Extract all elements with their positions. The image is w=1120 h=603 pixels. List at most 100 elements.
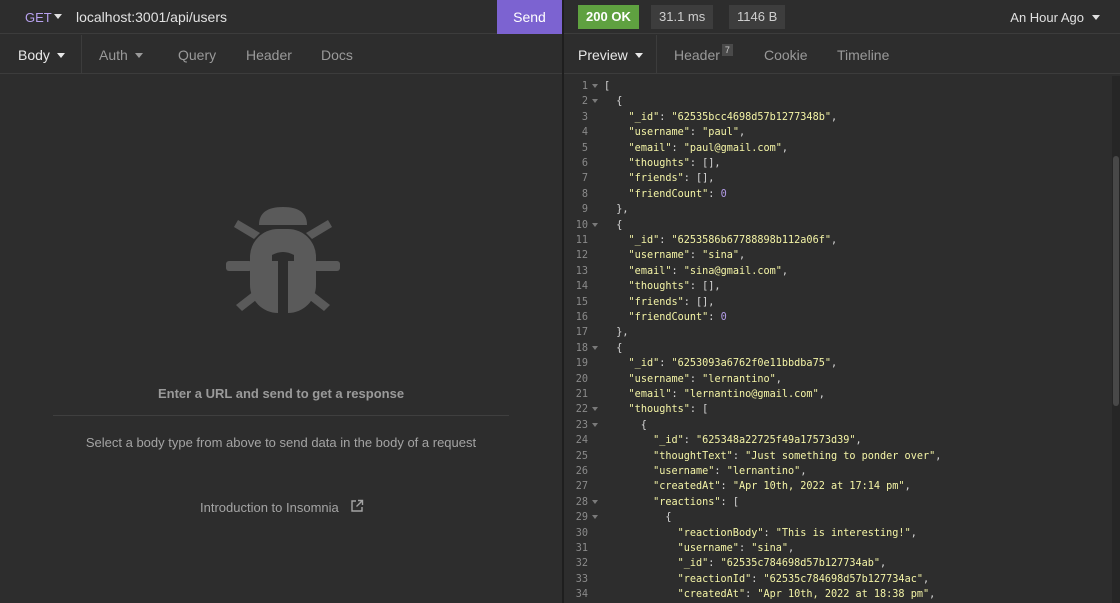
code-line: 26 "username": "lernantino",: [564, 464, 1112, 479]
scrollbar[interactable]: [1112, 76, 1120, 603]
code-text: "username": "paul",: [628, 127, 746, 139]
tab-cookie[interactable]: Cookie: [764, 35, 808, 73]
code-line: 12 "username": "sina",: [564, 248, 1112, 263]
line-number: 6: [581, 158, 588, 169]
line-number: 19: [575, 358, 588, 370]
intro-link[interactable]: Introduction to Insomnia: [200, 500, 339, 515]
line-number: 26: [575, 466, 588, 477]
code-line: 23 {: [564, 418, 1112, 433]
chevron-down-icon: [634, 52, 643, 58]
code-text: [: [604, 81, 611, 92]
tab-body[interactable]: Body: [18, 35, 65, 73]
fold-toggle-icon[interactable]: [592, 407, 598, 412]
code-text: "username": "lernantino",: [628, 373, 782, 385]
code-line: 4 "username": "paul",: [564, 125, 1112, 140]
code-text: "_id": "62535c784698d57b127734ab",: [677, 558, 887, 570]
external-link-icon[interactable]: [350, 499, 364, 513]
fold-toggle-icon[interactable]: [592, 99, 598, 104]
time-ago-label: An Hour Ago: [1010, 10, 1084, 25]
fold-toggle-icon[interactable]: [592, 422, 598, 427]
request-tabs: Body Auth Query Header Docs: [0, 35, 562, 74]
header-count-badge: 7: [721, 44, 733, 56]
code-text: "friends": [],: [628, 296, 715, 308]
code-line: 25 "thoughtText": "Just something to pon…: [564, 449, 1112, 464]
code-line: 18 {: [564, 341, 1112, 356]
code-line: 22 "thoughts": [: [564, 402, 1112, 417]
line-number: 34: [575, 589, 588, 601]
line-number: 22: [575, 404, 588, 416]
line-number: 32: [575, 558, 588, 570]
tab-preview-label: Preview: [578, 47, 628, 63]
history-dropdown[interactable]: An Hour Ago: [1010, 10, 1100, 25]
code-line: 14 "thoughts": [],: [564, 279, 1112, 294]
chevron-down-icon[interactable]: [54, 14, 62, 19]
code-line: 1[: [564, 79, 1112, 94]
line-number: 4: [581, 127, 588, 139]
divider: [53, 415, 509, 416]
fold-toggle-icon[interactable]: [592, 515, 598, 520]
fold-toggle-icon[interactable]: [592, 84, 598, 88]
url-input[interactable]: localhost:3001/api/users: [76, 9, 227, 25]
line-number: 29: [575, 512, 588, 524]
line-number: 33: [575, 573, 588, 585]
line-number: 13: [575, 265, 588, 277]
code-text: "_id": "625348a22725f49a17573d39",: [653, 435, 862, 447]
chevron-down-icon: [1092, 15, 1100, 21]
code-line: 8 "friendCount": 0: [564, 187, 1112, 202]
empty-state-subtitle: Select a body type from above to send da…: [85, 435, 477, 450]
line-number: 16: [575, 312, 588, 323]
response-status-bar: 200 OK 31.1 ms 1146 B An Hour Ago: [564, 0, 1120, 34]
line-number: 12: [575, 250, 588, 262]
response-time: 31.1 ms: [651, 5, 714, 29]
status-badge: 200 OK: [578, 5, 639, 29]
code-text: "reactionBody": "This is interesting!",: [677, 527, 917, 539]
fold-toggle-icon[interactable]: [592, 499, 598, 504]
status-code: 200: [586, 9, 608, 24]
scrollbar-thumb[interactable]: [1113, 156, 1119, 406]
response-body-viewer[interactable]: 1[2 {3 "_id": "62535bcc4698d57b1277348b"…: [564, 76, 1112, 603]
code-line: 28 "reactions": [: [564, 495, 1112, 510]
line-number: 14: [575, 281, 588, 293]
code-line: 7 "friends": [],: [564, 171, 1112, 186]
tab-auth[interactable]: Auth: [99, 35, 143, 73]
code-line: 17 },: [564, 325, 1112, 340]
line-number: 18: [575, 342, 588, 354]
tab-timeline[interactable]: Timeline: [837, 35, 889, 73]
method-select[interactable]: GET: [25, 10, 52, 25]
code-line: 13 "email": "sina@gmail.com",: [564, 264, 1112, 279]
code-text: "reactions": [: [653, 496, 739, 508]
status-text: OK: [611, 9, 631, 24]
chevron-down-icon: [134, 52, 143, 58]
tab-preview[interactable]: Preview: [578, 35, 643, 73]
response-pane: 200 OK 31.1 ms 1146 B An Hour Ago Previe…: [564, 0, 1120, 603]
code-line: 15 "friends": [],: [564, 295, 1112, 310]
code-line: 24 "_id": "625348a22725f49a17573d39",: [564, 433, 1112, 448]
line-number: 24: [575, 435, 588, 447]
bug-icon: [226, 207, 340, 313]
chevron-down-icon: [56, 52, 65, 58]
fold-toggle-icon[interactable]: [592, 345, 598, 350]
code-text: "reactionId": "62535c784698d57b127734ac"…: [677, 573, 930, 585]
tab-response-header[interactable]: Header 7: [674, 35, 733, 73]
code-text: "username": "sina",: [628, 250, 746, 262]
code-text: "username": "sina",: [677, 543, 795, 554]
code-line: 10 {: [564, 218, 1112, 233]
tab-body-label: Body: [18, 47, 50, 63]
code-line: 6 "thoughts": [],: [564, 156, 1112, 171]
send-button[interactable]: Send: [497, 0, 562, 34]
tab-header[interactable]: Header: [246, 35, 292, 73]
response-tabs: Preview Header 7 Cookie Timeline: [564, 35, 1120, 74]
line-number: 20: [575, 373, 588, 385]
tab-query[interactable]: Query: [178, 35, 216, 73]
line-number: 15: [575, 296, 588, 308]
tab-docs[interactable]: Docs: [321, 35, 353, 73]
code-text: {: [604, 342, 623, 354]
line-number: 23: [575, 419, 588, 431]
code-line: 2 {: [564, 94, 1112, 109]
line-number: 27: [575, 481, 588, 493]
code-text: {: [604, 96, 623, 108]
line-number: 3: [581, 111, 588, 123]
fold-toggle-icon[interactable]: [592, 222, 598, 227]
code-text: "thoughts": [: [628, 404, 709, 416]
code-text: "createdAt": "Apr 10th, 2022 at 18:38 pm…: [677, 589, 936, 601]
